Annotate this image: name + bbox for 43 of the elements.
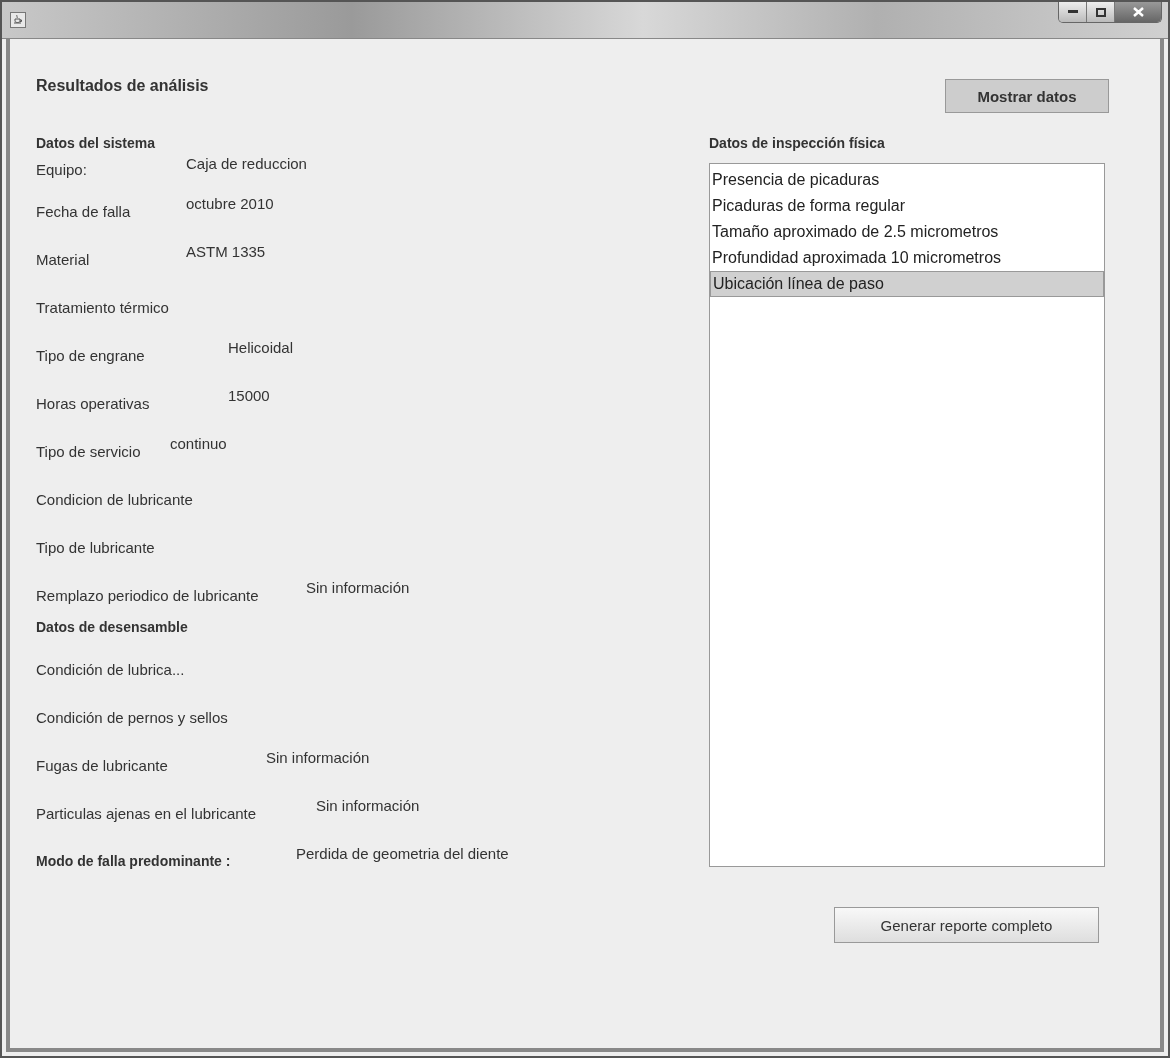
field-label: Equipo:: [36, 161, 87, 178]
section-heading: Datos de desensamble: [36, 619, 188, 635]
field-label: Material: [36, 250, 90, 268]
field-label: Fugas de lubricante: [36, 756, 168, 774]
minimize-button[interactable]: [1059, 2, 1087, 22]
field-label: Condicion de lubricante: [36, 490, 193, 508]
field-label: Tipo de servicio: [36, 442, 141, 460]
field-label: Tipo de engrane: [36, 346, 145, 364]
field-label: Tratamiento térmico: [36, 298, 169, 316]
field-label: Condición de pernos y sellos: [36, 708, 228, 726]
close-icon: [1132, 7, 1144, 17]
field-value: Sin información: [266, 749, 370, 766]
field-value: Sin información: [306, 579, 410, 596]
panel-heading: Resultados de análisis: [36, 77, 210, 96]
list-item[interactable]: Presencia de picaduras: [710, 167, 1104, 193]
field-value: ASTM 1335: [186, 243, 266, 260]
field-label: Tipo de lubricante: [36, 538, 155, 556]
generate-report-button[interactable]: Generar reporte completo: [834, 907, 1099, 943]
close-button[interactable]: [1115, 2, 1161, 22]
field-label: Horas operativas: [36, 394, 150, 412]
list-item[interactable]: Ubicación línea de paso: [710, 271, 1104, 297]
field-value: Helicoidal: [228, 339, 294, 356]
cup-icon: [10, 12, 26, 28]
field-value: Caja de reduccion: [186, 155, 307, 172]
list-label: Datos de inspección física: [709, 135, 886, 151]
maximize-icon: [1095, 7, 1106, 17]
list-item[interactable]: Tamaño aproximado de 2.5 micrometros: [710, 219, 1104, 245]
field-value: Perdida de geometria del diente: [296, 845, 509, 862]
show-data-button[interactable]: Mostrar datos: [945, 79, 1109, 113]
field-label: Condición de lubrica...: [36, 660, 185, 678]
minimize-icon: [1067, 10, 1078, 14]
field-label: Fecha de falla: [36, 202, 131, 220]
field-label: Particulas ajenas en el lubricante: [36, 804, 257, 822]
maximize-button[interactable]: [1087, 2, 1115, 22]
field-value: 15000: [228, 387, 270, 404]
field-label: Remplazo periodico de lubricante: [36, 586, 259, 604]
field-value: continuo: [170, 435, 227, 452]
list-item[interactable]: Picaduras de forma regular: [710, 193, 1104, 219]
list-item[interactable]: Profundidad aproximada 10 micrometros: [710, 245, 1104, 271]
field-label: Modo de falla predominante :: [36, 853, 231, 869]
field-value: Sin información: [316, 797, 420, 814]
section-heading: Datos del sistema: [36, 135, 156, 151]
field-value: octubre 2010: [186, 195, 274, 212]
